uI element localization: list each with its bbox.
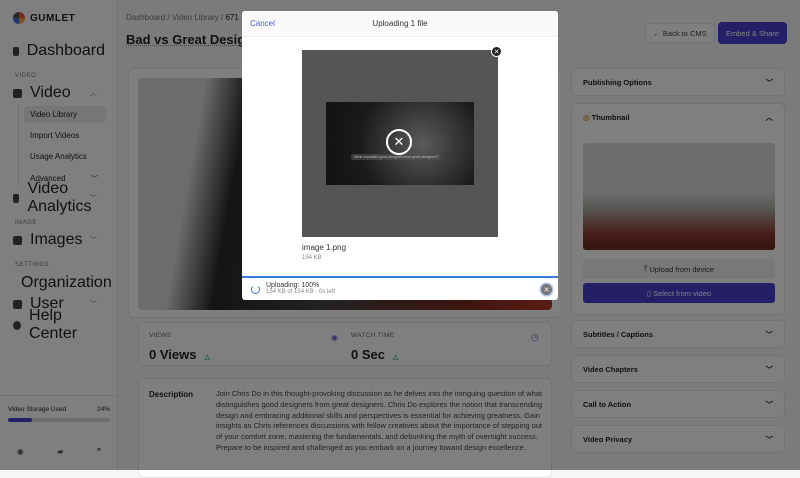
upload-modal: Cancel Uploading 1 file What separates go… xyxy=(242,11,558,300)
upload-status: Uploading: 100% xyxy=(266,282,320,289)
upload-status-bar: Uploading: 100% 154 KB of 154 KB · 0s lef… xyxy=(242,276,558,300)
cancel-upload-button[interactable]: ✕ xyxy=(541,284,552,295)
file-name: image 1.png xyxy=(302,243,347,252)
close-icon: ✕ xyxy=(386,129,412,155)
preview-image: What separates good designers from great… xyxy=(326,102,474,185)
remove-file-button[interactable]: ✕ xyxy=(491,46,502,57)
modal-title: Uploading 1 file xyxy=(372,19,428,28)
file-size: 154 KB xyxy=(302,255,322,261)
cancel-button[interactable]: Cancel xyxy=(250,19,275,28)
modal-header: Cancel Uploading 1 file xyxy=(242,11,558,37)
file-preview: What separates good designers from great… xyxy=(302,50,498,237)
preview-caption: What separates good designers from great… xyxy=(351,154,442,160)
upload-progress: 154 KB of 154 KB · 0s left xyxy=(266,289,336,295)
spinner-icon xyxy=(251,284,260,294)
